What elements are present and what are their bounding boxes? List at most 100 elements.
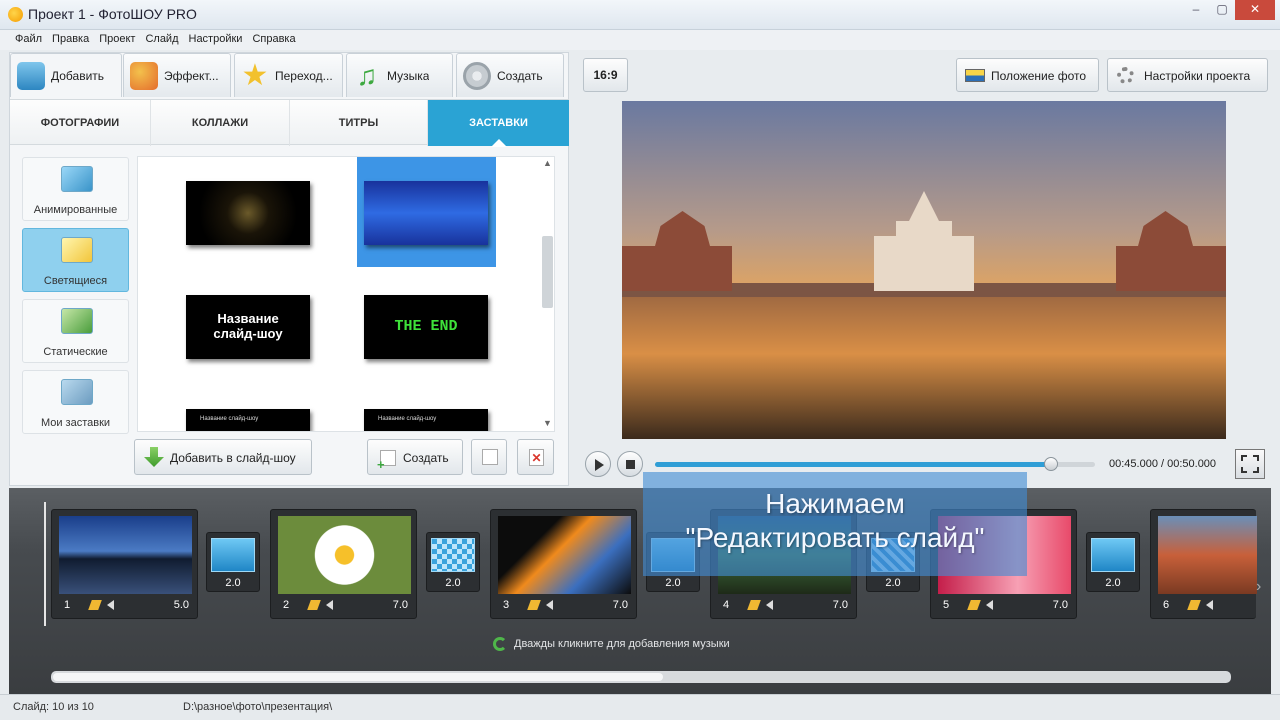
tab-collages[interactable]: КОЛЛАЖИ [151, 100, 290, 146]
intro-gallery: Название слайд-шоу THE END Название слай… [137, 156, 555, 432]
edit-slide-icon[interactable] [307, 600, 321, 610]
add-photo-icon [17, 62, 45, 90]
sound-icon[interactable] [766, 600, 773, 610]
intro-thumbnail[interactable] [186, 181, 310, 245]
add-to-slideshow-button[interactable]: Добавить в слайд-шоу [134, 439, 312, 475]
animated-category-icon [61, 166, 93, 192]
tab-effects[interactable]: Эффект... [123, 53, 231, 97]
gallery-scrollbar[interactable]: ▲ ▼ [540, 156, 555, 432]
playback-progress-fill [655, 462, 1051, 467]
menu-settings[interactable]: Настройки [184, 30, 248, 45]
fullscreen-button[interactable] [1235, 449, 1265, 479]
create-button[interactable]: + Создать [367, 439, 463, 475]
download-arrow-icon [144, 447, 164, 467]
title-bar: Проект 1 - ФотоШОУ PRO – ▢ ✕ [0, 0, 1280, 30]
category-glowing[interactable]: Светящиеся [22, 228, 129, 292]
sound-icon[interactable] [107, 600, 114, 610]
scroll-up-icon[interactable]: ▲ [543, 158, 552, 168]
category-my-intros[interactable]: Мои заставки [22, 370, 129, 434]
sound-icon[interactable] [326, 600, 333, 610]
intro-thumbnail-selected[interactable] [357, 157, 496, 267]
transition-duration: 2.0 [1105, 577, 1121, 589]
slide-duration: 5.0 [173, 599, 189, 611]
aspect-ratio-button[interactable]: 16:9 [583, 58, 628, 92]
slide-preview [622, 101, 1226, 439]
category-label: Мои заставки [40, 417, 111, 429]
photo-position-button[interactable]: Положение фото [956, 58, 1099, 92]
stop-button[interactable] [617, 451, 643, 477]
timeline-slide[interactable]: 3 7.0 [490, 509, 637, 619]
tab-transitions-label: Переход... [275, 69, 333, 83]
intro-thumbnail[interactable]: Название слайд-шоу [186, 295, 310, 359]
timeline-transition[interactable]: 2.0 [426, 532, 480, 592]
tab-create[interactable]: Создать [456, 53, 564, 97]
playback-slider-handle[interactable] [1044, 457, 1058, 471]
category-animated[interactable]: Анимированные [22, 157, 129, 221]
play-button[interactable] [585, 451, 611, 477]
playback-progress[interactable] [655, 457, 1095, 471]
maximize-button[interactable]: ▢ [1209, 0, 1235, 20]
category-static[interactable]: Статические [22, 299, 129, 363]
tab-photos[interactable]: ФОТОГРАФИИ [10, 100, 151, 146]
intro-thumbnail[interactable]: Название слайд-шоу [364, 409, 488, 431]
timeline-slide[interactable]: 6 [1150, 509, 1257, 619]
stop-icon [626, 460, 635, 469]
menu-help[interactable]: Справка [247, 30, 300, 45]
slide-duration: 7.0 [612, 599, 628, 611]
music-note-icon: ♫ [356, 60, 378, 91]
delete-intro-button[interactable]: ✕ [517, 439, 554, 475]
minimize-button[interactable]: – [1183, 0, 1209, 20]
slide-number: 4 [723, 599, 730, 611]
scrollbar-thumb[interactable] [542, 236, 553, 308]
edit-slide-icon[interactable] [527, 600, 541, 610]
intro-thumbnail[interactable]: Название слайд-шоу [186, 409, 310, 431]
timeline-scrollbar-thumb[interactable] [53, 673, 663, 681]
tab-intros[interactable]: ЗАСТАВКИ [428, 100, 569, 147]
menu-project[interactable]: Проект [94, 30, 140, 45]
timeline-playhead[interactable] [44, 502, 46, 626]
timeline-slide[interactable]: 1 5.0 [51, 509, 198, 619]
star-icon: ★ [241, 59, 269, 92]
slide-number: 2 [283, 599, 290, 611]
glowing-category-icon [61, 237, 93, 263]
instruction-overlay: Нажимаем "Редактировать слайд" [643, 472, 1027, 576]
menu-edit[interactable]: Правка [47, 30, 94, 45]
timeline-transition[interactable]: 2.0 [206, 532, 260, 592]
preview-palace-silhouette [874, 191, 974, 291]
preview-toolbar: 16:9 Положение фото Настройки проекта [575, 52, 1272, 98]
sound-icon[interactable] [546, 600, 553, 610]
timeline-next-arrow-icon[interactable]: › [1256, 578, 1261, 596]
menu-bar: Файл Правка Проект Слайд Настройки Справка [0, 30, 1280, 50]
menu-slide[interactable]: Слайд [140, 30, 183, 45]
timeline-transition[interactable]: 2.0 [1086, 532, 1140, 592]
tab-transitions[interactable]: ★ Переход... [234, 53, 343, 97]
transition-duration: 2.0 [665, 577, 681, 589]
tab-add[interactable]: Добавить [10, 53, 122, 97]
timeline-scrollbar[interactable] [51, 671, 1231, 683]
edit-slide-icon[interactable] [1187, 600, 1201, 610]
tab-music-label: Музыка [387, 69, 430, 83]
add-to-slideshow-label: Добавить в слайд-шоу [170, 451, 296, 465]
edit-slide-icon[interactable] [747, 600, 761, 610]
sound-icon[interactable] [1206, 600, 1213, 610]
scroll-down-icon[interactable]: ▼ [543, 418, 552, 428]
sub-tabs: ФОТОГРАФИИ КОЛЛАЖИ ТИТРЫ ЗАСТАВКИ [10, 99, 569, 147]
thumbnail-subtitle: слайд-шоу [213, 326, 283, 341]
edit-slide-icon[interactable] [967, 600, 981, 610]
thumbnail-title: Название [217, 311, 279, 326]
menu-file[interactable]: Файл [0, 30, 47, 45]
edit-intro-button[interactable] [471, 439, 507, 475]
project-settings-button[interactable]: Настройки проекта [1107, 58, 1268, 92]
intro-thumbnail[interactable]: THE END [364, 295, 488, 359]
slide-duration: 7.0 [1052, 599, 1068, 611]
slide-image [278, 516, 411, 594]
tab-titles[interactable]: ТИТРЫ [290, 100, 428, 146]
sound-icon[interactable] [986, 600, 993, 610]
tab-music[interactable]: ♫ Музыка [346, 53, 453, 97]
delete-icon: ✕ [529, 449, 544, 466]
palette-icon [130, 62, 158, 90]
close-button[interactable]: ✕ [1235, 0, 1275, 20]
edit-slide-icon[interactable] [88, 600, 102, 610]
timeline-slide[interactable]: 2 7.0 [270, 509, 417, 619]
slide-image [59, 516, 192, 594]
